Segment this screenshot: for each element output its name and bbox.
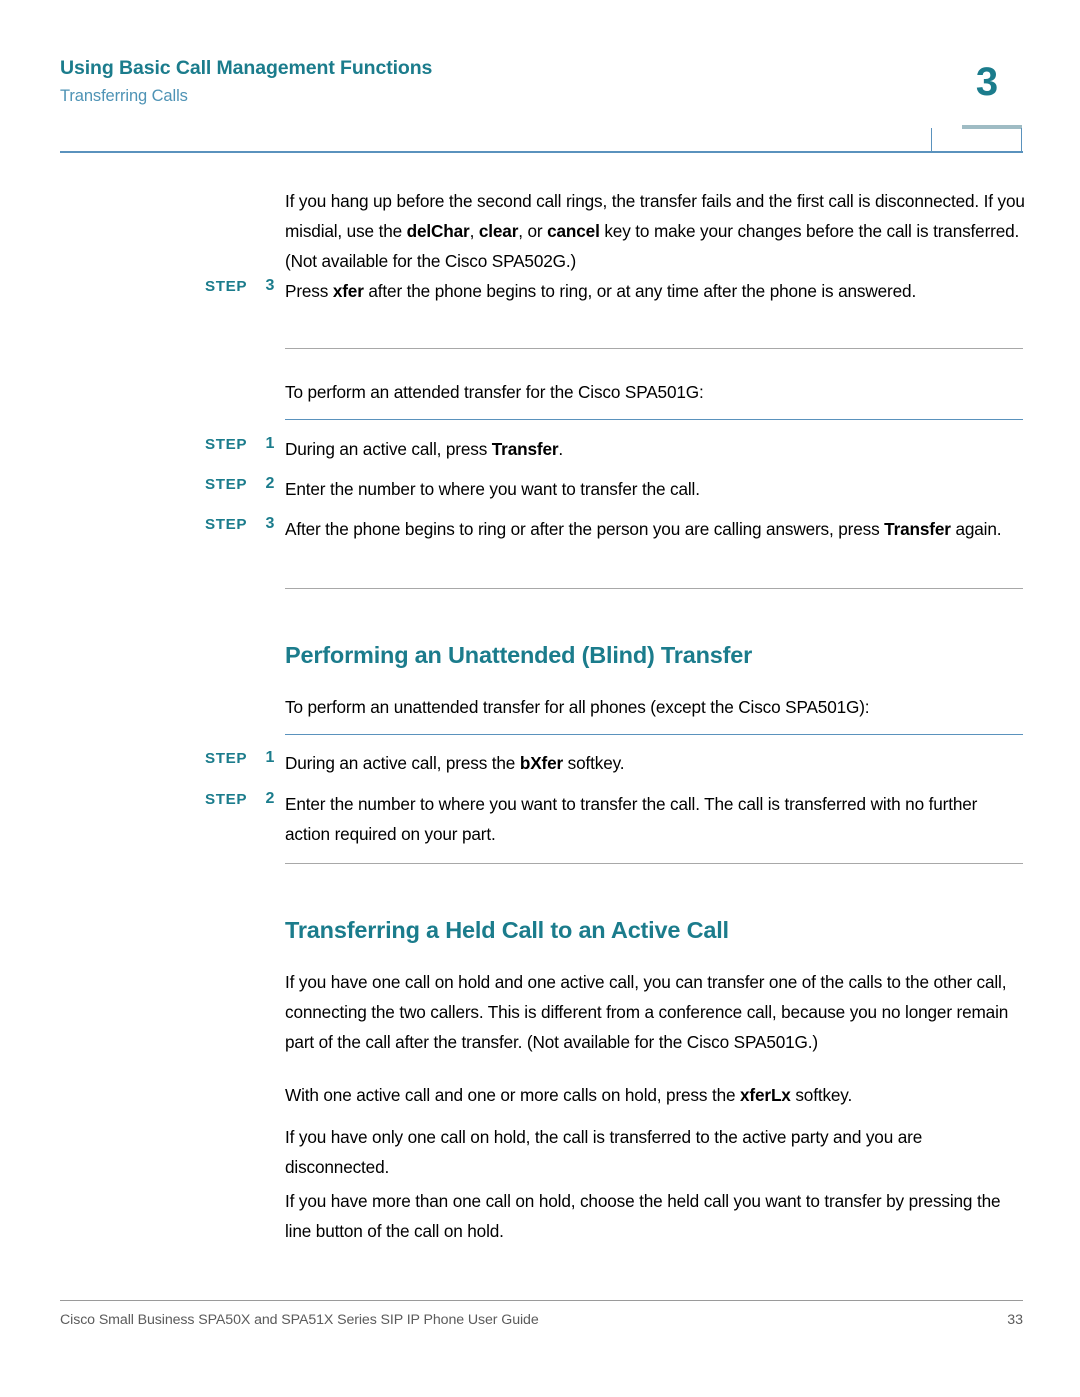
step-number: 2 bbox=[265, 475, 275, 492]
step-bold-transfer: Transfer bbox=[491, 439, 559, 459]
step-bold-xfer: xfer bbox=[332, 281, 364, 301]
step-label: STEP bbox=[205, 278, 248, 295]
step-text-part1: During an active call, press the bbox=[285, 753, 520, 773]
intro-bold-clear: clear bbox=[478, 221, 519, 241]
step-text-part1: During an active call, press bbox=[285, 439, 492, 459]
step-number: 1 bbox=[265, 749, 275, 766]
steps-divider-attended bbox=[285, 419, 1023, 420]
footer-guide-title: Cisco Small Business SPA50X and SPA51X S… bbox=[60, 1312, 539, 1328]
step-number: 3 bbox=[265, 515, 275, 532]
heading-held-call-transfer: Transferring a Held Call to an Active Ca… bbox=[285, 917, 729, 943]
document-page: Using Basic Call Management Functions Tr… bbox=[0, 0, 1080, 1397]
step-number: 1 bbox=[265, 435, 275, 452]
step-text: After the phone begins to ring or after … bbox=[285, 514, 1025, 544]
step-text-part2: . bbox=[558, 439, 564, 459]
step-text-part1: Press bbox=[285, 281, 333, 301]
step-number: 2 bbox=[265, 790, 275, 807]
header-subtitle: Transferring Calls bbox=[60, 87, 188, 105]
step-text-part1: Enter the number to where you want to tr… bbox=[285, 794, 978, 844]
header-title: Using Basic Call Management Functions bbox=[60, 57, 433, 79]
held-call-paragraph-1: If you have one call on hold and one act… bbox=[285, 972, 1009, 1052]
step-label: STEP bbox=[205, 791, 248, 808]
header-divider bbox=[60, 151, 1023, 153]
step-label: STEP bbox=[205, 436, 248, 453]
intro-bold-delchar: delChar bbox=[406, 221, 470, 241]
step-label: STEP bbox=[205, 750, 248, 767]
held-bold-xferlx: xferLx bbox=[740, 1085, 791, 1105]
header-tab-box bbox=[931, 128, 1022, 153]
step-number: 3 bbox=[265, 277, 275, 294]
step-label: STEP bbox=[205, 476, 248, 493]
step-text: During an active call, press Transfer. bbox=[285, 434, 1025, 464]
step-bold-transfer: Transfer bbox=[884, 519, 951, 539]
heading-unattended-transfer: Performing an Unattended (Blind) Transfe… bbox=[285, 642, 753, 668]
step-text: During an active call, press the bXfer s… bbox=[285, 748, 1025, 778]
footer-divider bbox=[60, 1300, 1023, 1301]
step-text-part1: Enter the number to where you want to tr… bbox=[285, 479, 700, 499]
held-call-paragraph-3: If you have only one call on hold, the c… bbox=[285, 1127, 923, 1177]
step-text-part2: after the phone begins to ring, or at an… bbox=[363, 281, 917, 301]
steps-divider-unattended bbox=[285, 734, 1023, 735]
intro-paragraph: If you hang up before the second call ri… bbox=[285, 186, 1025, 276]
held-call-paragraph-2: With one active call and one or more cal… bbox=[285, 1080, 1025, 1110]
intro-part3: , or bbox=[518, 221, 548, 241]
step-text: Press xfer after the phone begins to rin… bbox=[285, 276, 1025, 306]
step-text: Enter the number to where you want to tr… bbox=[285, 474, 1025, 504]
unattended-intro-paragraph: To perform an unattended transfer for al… bbox=[285, 697, 870, 717]
footer-page-number: 33 bbox=[1007, 1312, 1023, 1328]
held-call-paragraph-4: If you have more than one call on hold, … bbox=[285, 1191, 1001, 1241]
step-text-part2: softkey. bbox=[563, 753, 625, 773]
section-divider-2 bbox=[285, 588, 1023, 589]
section-divider-1 bbox=[285, 348, 1023, 349]
page-header: Using Basic Call Management Functions Tr… bbox=[0, 0, 1080, 160]
step-bold-bxfer: bXfer bbox=[519, 753, 564, 773]
step-text-part1: After the phone begins to ring or after … bbox=[285, 519, 885, 539]
step-text-part2: again. bbox=[950, 519, 1002, 539]
step-text: Enter the number to where you want to tr… bbox=[285, 789, 1025, 849]
held-p2-part2: softkey. bbox=[790, 1085, 853, 1105]
chapter-number: 3 bbox=[975, 60, 999, 104]
intro-bold-cancel: cancel bbox=[547, 221, 600, 241]
step-label: STEP bbox=[205, 516, 248, 533]
section-divider-3 bbox=[285, 863, 1023, 864]
intro-part2: , bbox=[469, 221, 479, 241]
attended-intro-paragraph: To perform an attended transfer for the … bbox=[285, 382, 704, 402]
held-p2-part1: With one active call and one or more cal… bbox=[285, 1085, 741, 1105]
